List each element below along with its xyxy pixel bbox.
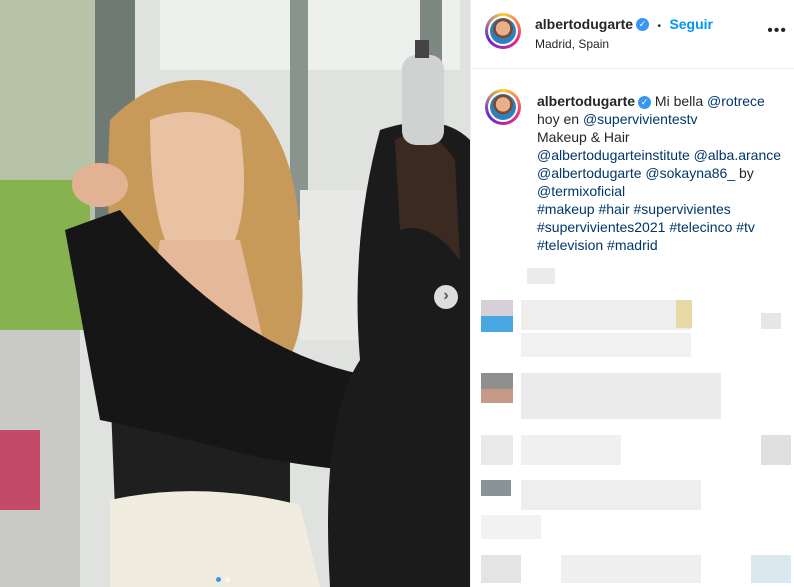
- carousel-next-button[interactable]: ›: [434, 285, 458, 309]
- post-header: albertodugarte ✓ • Seguir Madrid, Spain •…: [471, 0, 794, 69]
- carousel-dot: [225, 577, 230, 582]
- avatar-image: [490, 94, 516, 120]
- caption-line: @albertodugarte @sokayna86_ by: [537, 165, 754, 181]
- avatar[interactable]: [485, 13, 521, 49]
- caption-line: @albertodugarteinstitute @alba.arance: [537, 147, 782, 163]
- verified-badge-icon: ✓: [636, 18, 650, 32]
- more-horizontal-icon[interactable]: •••: [767, 22, 787, 40]
- caption: albertodugarte ✓ Mi bella @rotrece hoy en…: [537, 92, 787, 254]
- post-sidebar: albertodugarte ✓ • Seguir Madrid, Spain •…: [470, 0, 794, 587]
- separator-dot: •: [657, 21, 661, 32]
- caption-line: #supervivientes2021 #telecinco #tv: [537, 219, 755, 235]
- caption-line: @termixoficial: [537, 183, 626, 199]
- location-link[interactable]: Madrid, Spain: [535, 37, 609, 51]
- caption-line: Makeup & Hair: [537, 129, 630, 145]
- avatar-image: [490, 18, 516, 44]
- caption-line: #makeup #hair #supervivientes: [537, 201, 731, 217]
- caption-line: hoy en @supervivientestv: [537, 111, 698, 127]
- header-user-row: albertodugarte ✓ • Seguir: [535, 16, 713, 34]
- follow-button[interactable]: Seguir: [669, 16, 713, 32]
- verified-badge-icon: ✓: [638, 95, 652, 109]
- caption-username[interactable]: albertodugarte: [537, 93, 635, 109]
- username-link[interactable]: albertodugarte: [535, 16, 633, 32]
- caption-line: #television #madrid: [537, 237, 658, 253]
- photo-illustration: [0, 0, 470, 587]
- caption-line: Mi bella @rotrece: [654, 93, 765, 109]
- caption-avatar[interactable]: [485, 89, 521, 125]
- carousel-dot-active: [216, 577, 221, 582]
- chevron-right-icon: ›: [443, 287, 449, 304]
- post-photo[interactable]: ›: [0, 0, 470, 587]
